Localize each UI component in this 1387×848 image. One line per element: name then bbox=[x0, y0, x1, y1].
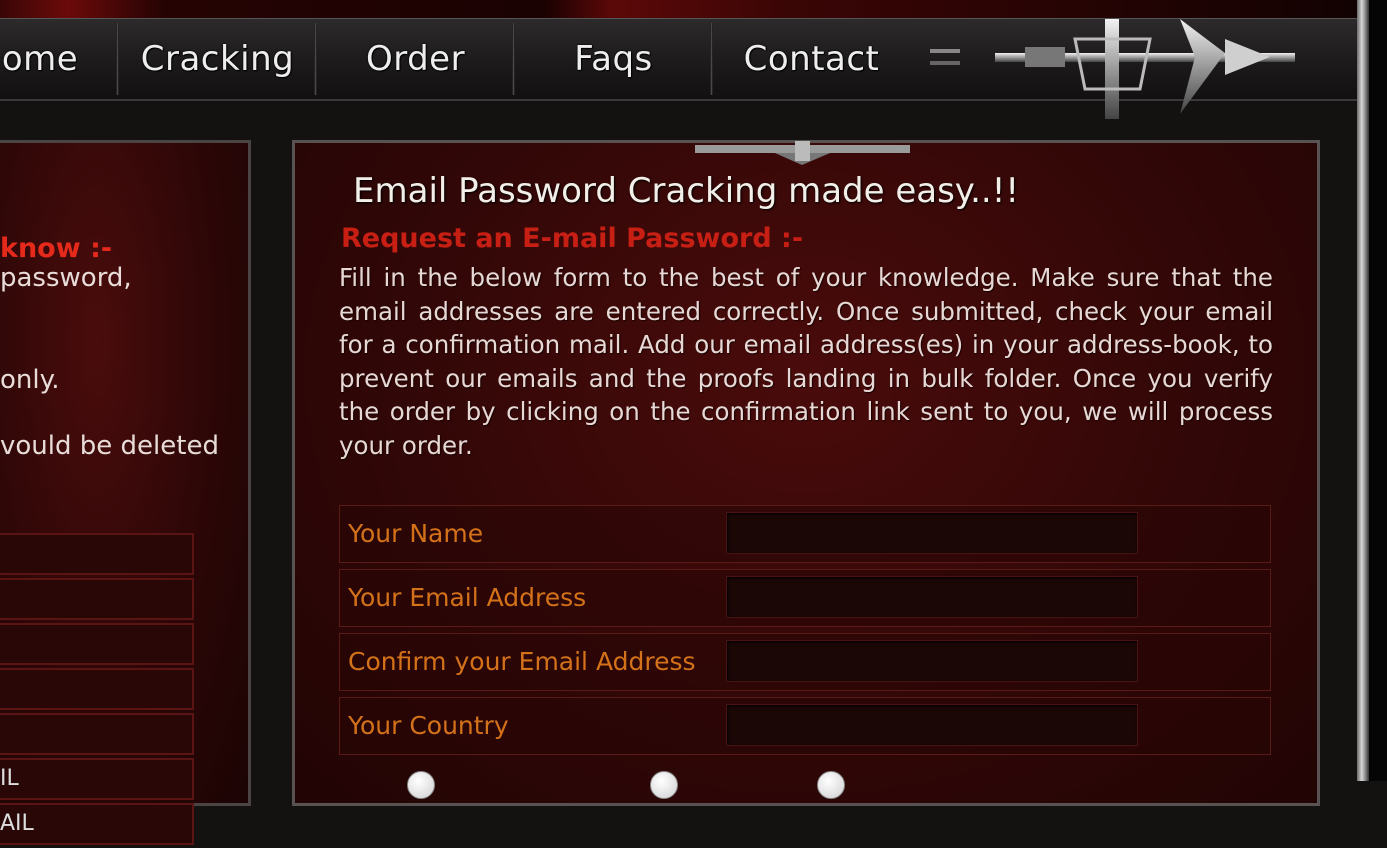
name-label: Your Name bbox=[348, 519, 484, 548]
sidebar-text-line: vould be deleted bbox=[0, 431, 219, 461]
radio-option[interactable] bbox=[407, 771, 435, 799]
sidebar-table-row bbox=[0, 578, 194, 620]
form-row-country: Your Country bbox=[339, 697, 1271, 755]
main-content-panel: Email Password Cracking made easy..!! Re… bbox=[292, 140, 1320, 806]
nav-divider bbox=[314, 23, 317, 95]
sidebar-table-row bbox=[0, 623, 194, 665]
radio-option[interactable] bbox=[650, 771, 678, 799]
nav-divider bbox=[116, 23, 119, 95]
sidebar-table: IL AIL bbox=[0, 533, 194, 848]
sidebar-table-row: AIL bbox=[0, 803, 194, 845]
form-row-email: Your Email Address bbox=[339, 569, 1271, 627]
nav-divider bbox=[512, 23, 515, 95]
page-title: Email Password Cracking made easy..!! bbox=[353, 171, 1019, 211]
confirm-email-label: Confirm your Email Address bbox=[348, 647, 696, 676]
nav-order[interactable]: Order bbox=[318, 19, 513, 99]
sidebar-table-row: IL bbox=[0, 758, 194, 800]
crossbow-ornament-icon bbox=[930, 19, 1295, 119]
right-frame-rail bbox=[1357, 0, 1369, 781]
panel-ornament-icon bbox=[695, 141, 910, 165]
section-heading: Request an E-mail Password :- bbox=[341, 223, 804, 254]
confirm-email-input[interactable] bbox=[726, 640, 1138, 682]
email-input[interactable] bbox=[726, 576, 1138, 618]
nav-contact[interactable]: Contact bbox=[714, 19, 909, 99]
top-banner-strip bbox=[0, 0, 1360, 18]
form-row-name: Your Name bbox=[339, 505, 1271, 563]
main-navigation: ome Cracking Order Faqs Contact bbox=[0, 18, 1360, 119]
sidebar-text-line: password, bbox=[0, 263, 132, 293]
form-row-confirm-email: Confirm your Email Address bbox=[339, 633, 1271, 691]
nav-divider bbox=[710, 23, 713, 95]
name-input[interactable] bbox=[726, 512, 1138, 554]
country-input[interactable] bbox=[726, 704, 1138, 746]
sidebar-table-row bbox=[0, 533, 194, 575]
request-form: Your Name Your Email Address Confirm you… bbox=[339, 505, 1271, 761]
nav-faqs[interactable]: Faqs bbox=[516, 19, 711, 99]
email-label: Your Email Address bbox=[348, 583, 587, 612]
sidebar-heading: know :- bbox=[0, 233, 113, 264]
sidebar-text-line: only. bbox=[0, 365, 60, 395]
left-sidebar-panel: know :- password, only. vould be deleted… bbox=[0, 140, 251, 845]
country-label: Your Country bbox=[348, 711, 509, 740]
nav-cracking[interactable]: Cracking bbox=[120, 19, 315, 99]
radio-option[interactable] bbox=[817, 771, 845, 799]
instructions-paragraph: Fill in the below form to the best of yo… bbox=[339, 263, 1273, 460]
right-edge bbox=[1369, 0, 1387, 781]
sidebar-table-row bbox=[0, 713, 194, 755]
sidebar-table-row bbox=[0, 668, 194, 710]
nav-home[interactable]: ome bbox=[0, 19, 110, 99]
